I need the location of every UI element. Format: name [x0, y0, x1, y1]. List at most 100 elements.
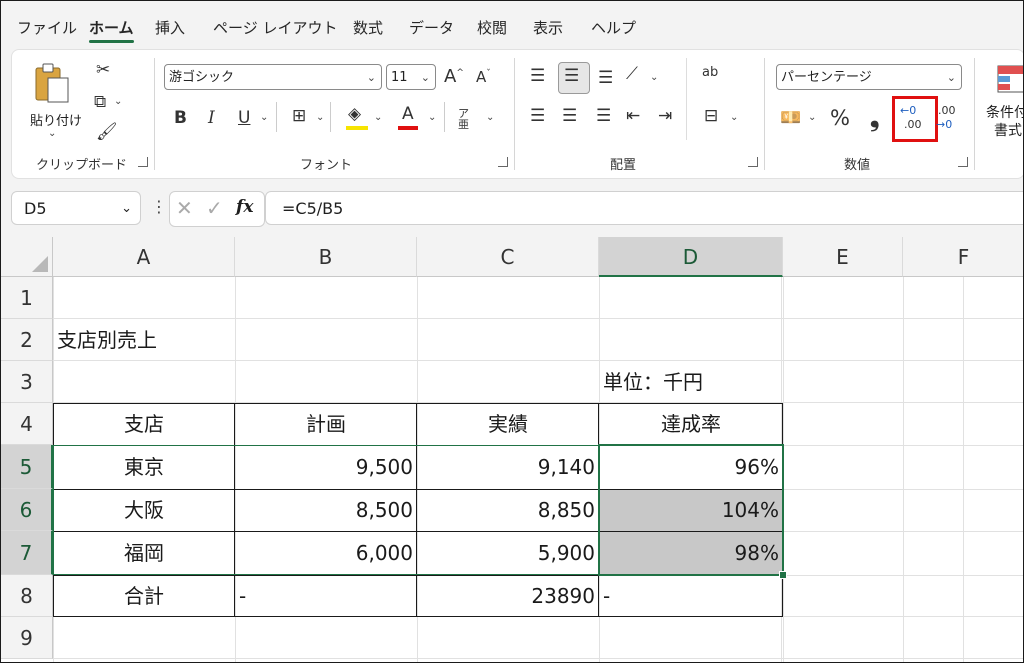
decrease-indent-icon[interactable]: ⇤ — [626, 108, 640, 125]
align-bottom-icon[interactable]: ☰ — [598, 70, 613, 87]
cell-a5[interactable]: 東京 — [53, 445, 235, 489]
row-header-7[interactable]: 7 — [1, 531, 53, 575]
border-dropdown-icon[interactable]: ⌄ — [316, 112, 324, 123]
insert-function-button[interactable]: fx — [236, 197, 253, 217]
cell-c7[interactable]: 5,900 — [417, 531, 599, 575]
fill-color-icon[interactable]: ◈ — [348, 106, 361, 123]
merge-dropdown-icon[interactable]: ⌄ — [730, 112, 738, 123]
underline-dropdown-icon[interactable]: ⌄ — [260, 112, 268, 123]
paste-button[interactable]: 貼り付け ⌄ — [26, 58, 82, 139]
column-header-f[interactable]: F — [903, 237, 1023, 277]
menu-view[interactable]: 表示 — [533, 17, 563, 38]
number-format-combo[interactable]: パーセンテージ ⌄ — [776, 64, 962, 90]
merge-center-icon[interactable]: ⊟ — [704, 108, 718, 125]
row-header-8[interactable]: 8 — [1, 575, 53, 617]
bold-button[interactable]: B — [174, 110, 187, 127]
clipboard-launcher-icon[interactable] — [138, 157, 148, 167]
menu-home[interactable]: ホーム — [89, 17, 134, 43]
column-header-b[interactable]: B — [235, 237, 417, 277]
font-launcher-icon[interactable] — [498, 157, 508, 167]
cell-a2[interactable]: 支店別売上 — [53, 319, 235, 361]
row-header-2[interactable]: 2 — [1, 319, 53, 361]
copy-icon[interactable]: ⧉ — [94, 94, 106, 111]
cell-b4[interactable]: 計画 — [235, 403, 417, 445]
percent-style-button[interactable]: % — [830, 108, 850, 129]
orientation-dropdown-icon[interactable]: ⌄ — [650, 72, 658, 83]
format-painter-icon[interactable]: 🖌 — [96, 124, 118, 141]
cell-a4[interactable]: 支店 — [53, 403, 235, 445]
number-launcher-icon[interactable] — [958, 157, 968, 167]
more-options-icon[interactable]: ⋮ — [151, 197, 167, 216]
row-header-9[interactable]: 9 — [1, 617, 53, 659]
row-header-3[interactable]: 3 — [1, 361, 53, 403]
formula-input[interactable]: =C5/B5 — [265, 191, 1023, 225]
conditional-format-button[interactable]: 条件付 書式 — [984, 58, 1023, 148]
orientation-icon[interactable]: ⟋ — [626, 66, 638, 83]
font-name-combo[interactable]: 游ゴシック ⌄ — [164, 64, 382, 90]
cell-b7[interactable]: 6,000 — [235, 531, 417, 575]
row-header-6[interactable]: 6 — [1, 489, 53, 531]
cell-c6[interactable]: 8,850 — [417, 489, 599, 531]
phonetic-icon[interactable]: ア亜 — [458, 108, 469, 130]
copy-dropdown-icon[interactable]: ⌄ — [114, 96, 122, 107]
increase-indent-icon[interactable]: ⇥ — [658, 108, 672, 125]
column-header-e[interactable]: E — [783, 237, 903, 277]
cut-icon[interactable]: ✂ — [96, 62, 110, 79]
cell-d5[interactable]: 96% — [599, 445, 783, 489]
row-header-4[interactable]: 4 — [1, 403, 53, 445]
menu-data[interactable]: データ — [409, 17, 454, 38]
enter-icon[interactable]: ✓ — [206, 196, 223, 220]
cell-b6[interactable]: 8,500 — [235, 489, 417, 531]
cell-b8[interactable]: - — [235, 575, 417, 617]
table-line — [416, 403, 417, 617]
menu-formulas[interactable]: 数式 — [353, 17, 383, 38]
column-header-a[interactable]: A — [53, 237, 235, 277]
menu-review[interactable]: 校閲 — [477, 17, 507, 38]
wrap-text-icon[interactable]: ab — [702, 66, 718, 79]
font-color-dropdown-icon[interactable]: ⌄ — [428, 112, 436, 123]
cell-c4[interactable]: 実績 — [417, 403, 599, 445]
cell-a8[interactable]: 合計 — [53, 575, 235, 617]
menu-file[interactable]: ファイル — [17, 17, 77, 38]
row-header-5[interactable]: 5 — [1, 445, 53, 489]
menu-help[interactable]: ヘルプ — [591, 17, 636, 38]
align-top-icon[interactable]: ☰ — [530, 68, 545, 85]
menu-insert[interactable]: 挿入 — [155, 17, 185, 38]
select-all-button[interactable] — [1, 237, 53, 277]
accounting-dropdown-icon[interactable]: ⌄ — [808, 112, 816, 123]
column-header-d[interactable]: D — [599, 237, 783, 277]
column-header-c[interactable]: C — [417, 237, 599, 277]
align-center-icon[interactable]: ☰ — [562, 108, 577, 125]
fill-handle[interactable] — [779, 571, 787, 579]
phonetic-dropdown-icon[interactable]: ⌄ — [486, 112, 494, 123]
border-icon[interactable]: ⊞ — [292, 108, 306, 125]
cell-c8[interactable]: 23890 — [417, 575, 599, 617]
font-size-combo[interactable]: 11 ⌄ — [386, 64, 436, 90]
cell-a6[interactable]: 大阪 — [53, 489, 235, 531]
cell-a7[interactable]: 福岡 — [53, 531, 235, 575]
name-box[interactable]: D5 ⌄ — [11, 191, 141, 225]
comma-style-button[interactable]: ❟ — [870, 106, 879, 130]
gridline — [783, 531, 1023, 532]
shrink-font-icon[interactable]: Aˇ — [476, 70, 491, 85]
row-header-1[interactable]: 1 — [1, 277, 53, 319]
align-right-icon[interactable]: ☰ — [596, 108, 611, 125]
grow-font-icon[interactable]: A^ — [444, 68, 464, 86]
italic-button[interactable]: I — [208, 110, 215, 127]
accounting-format-icon[interactable]: 💴 — [780, 110, 801, 127]
cell-b5[interactable]: 9,500 — [235, 445, 417, 489]
font-color-button[interactable]: A — [402, 106, 414, 123]
alignment-launcher-icon[interactable] — [748, 157, 758, 167]
cell-d3[interactable]: 単位：千円 — [599, 361, 783, 403]
cell-d8[interactable]: - — [599, 575, 783, 617]
cancel-icon[interactable]: ✕ — [176, 196, 193, 220]
cell-c5[interactable]: 9,140 — [417, 445, 599, 489]
cell-d4[interactable]: 達成率 — [599, 403, 783, 445]
decrease-decimal-button[interactable]: .00 →0 — [934, 98, 968, 138]
align-left-icon[interactable]: ☰ — [530, 108, 545, 125]
fill-color-dropdown-icon[interactable]: ⌄ — [374, 112, 382, 123]
cell-d6[interactable]: 104% — [599, 489, 783, 531]
cell-d7[interactable]: 98% — [599, 531, 783, 575]
menu-page-layout[interactable]: ページ レイアウト — [213, 17, 337, 38]
underline-button[interactable]: U — [238, 110, 250, 127]
